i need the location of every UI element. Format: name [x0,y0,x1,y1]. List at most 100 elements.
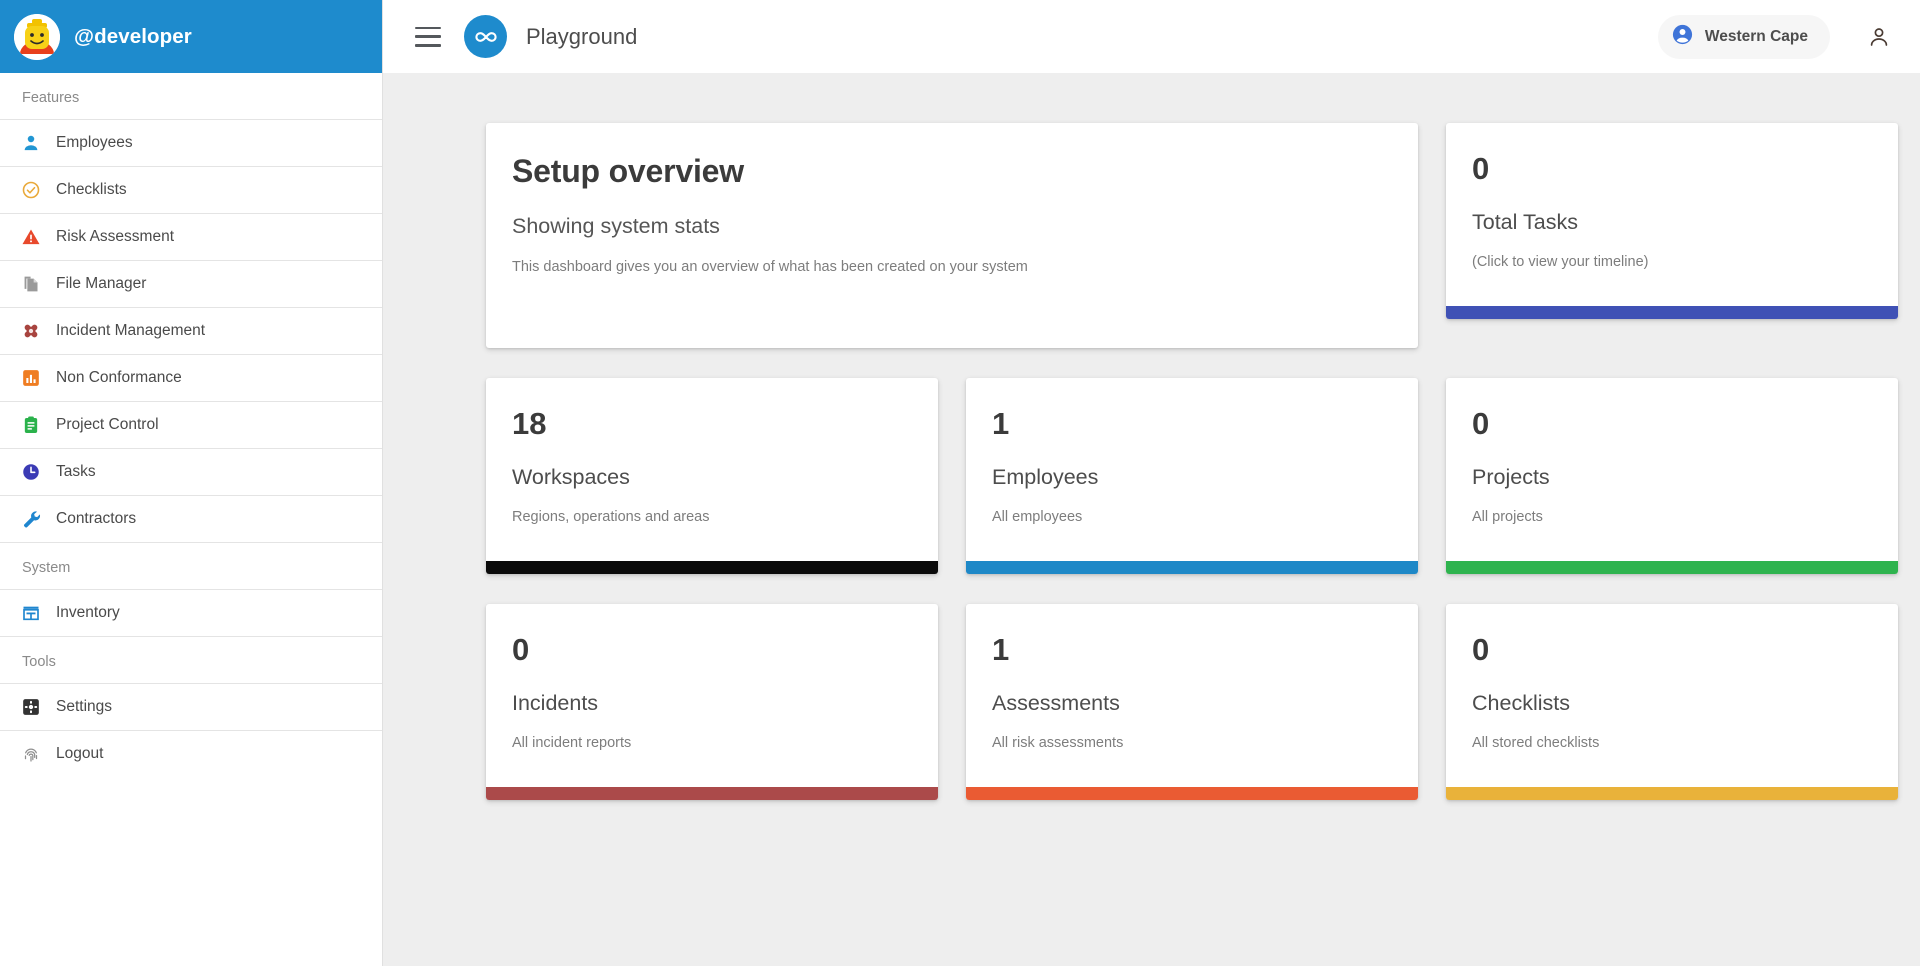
stat-card-body: 0 Incidents All incident reports [486,604,938,787]
stat-description: All projects [1472,509,1543,525]
stat-card-assessments[interactable]: 1 Assessments All risk assessments [966,604,1418,800]
stat-value: 0 [512,632,530,667]
sidebar-item-label: Employees [56,134,133,151]
stat-accent-bar [966,561,1418,574]
sidebar: @developer Features Employees Checklists Ri… [0,0,383,966]
stat-value: 1 [992,632,1010,667]
overview-title: Setup overview [512,153,744,189]
sidebar-item-checklists[interactable]: Checklists [0,166,382,213]
stat-card-checklists[interactable]: 0 Checklists All stored checklists [1446,604,1898,800]
topbar: Playground Western Cape [383,0,1920,73]
sidebar-section-label-system: System [0,542,382,589]
dashboard-content: Setup overview Showing system stats This… [383,73,1920,966]
stat-card-workspaces[interactable]: 18 Workspaces Regions, operations and area… [486,378,938,574]
stat-value: 0 [1472,151,1490,186]
page-title: Playground [526,23,638,49]
setup-overview-card: Setup overview Showing system stats This… [486,123,1418,348]
sidebar-item-tasks[interactable]: Tasks [0,448,382,495]
sidebar-item-incident-management[interactable]: Incident Management [0,307,382,354]
sidebar-nav: Features Employees Checklists Risk Assessme… [0,73,382,777]
sidebar-item-file-manager[interactable]: File Manager [0,260,382,307]
person-outline-icon[interactable] [1866,24,1892,50]
sidebar-item-label: Settings [56,698,113,715]
stat-description: All employees [992,509,1083,525]
stat-card-incidents[interactable]: 0 Incidents All incident reports [486,604,938,800]
stat-label: Total Tasks [1472,210,1578,234]
copy-files-icon [20,274,41,295]
sidebar-item-label: Logout [56,745,104,762]
stat-card-body: 1 Employees All employees [966,378,1418,561]
stat-label: Assessments [992,691,1120,715]
gear-square-icon [20,697,41,718]
hamburger-menu-icon[interactable] [415,26,441,47]
sidebar-item-employees[interactable]: Employees [0,119,382,166]
overview-subtitle: Showing system stats [512,214,720,238]
stat-description: All stored checklists [1472,735,1600,751]
main-area: Playground Western Cape Setup overview S… [383,0,1920,966]
sidebar-item-label: Project Control [56,416,159,433]
sidebar-item-non-conformance[interactable]: Non Conformance [0,354,382,401]
stat-accent-bar [1446,561,1898,574]
person-icon [20,133,41,154]
stat-accent-bar [1446,787,1898,800]
sidebar-item-settings[interactable]: Settings [0,683,382,730]
stat-accent-bar [1446,306,1898,319]
bandage-cross-icon [20,321,41,342]
sidebar-username: @developer [74,24,192,48]
sidebar-item-inventory[interactable]: Inventory [0,589,382,636]
stat-label: Projects [1472,465,1550,489]
stat-card-body: 1 Assessments All risk assessments [966,604,1418,787]
overview-description: This dashboard gives you an overview of … [512,259,1028,275]
stat-label: Employees [992,465,1099,489]
stat-card-body: 0 Projects All projects [1446,378,1898,561]
sidebar-item-logout[interactable]: Logout [0,730,382,777]
stat-accent-bar [486,561,938,574]
stat-card-employees[interactable]: 1 Employees All employees [966,378,1418,574]
clock-icon [20,462,41,483]
stat-accent-bar [486,787,938,800]
stat-card-grid: Setup overview Showing system stats This… [383,123,1920,830]
stat-value: 0 [1472,406,1490,441]
sidebar-item-label: Incident Management [56,322,206,339]
warning-triangle-icon [20,227,41,248]
sidebar-item-label: Risk Assessment [56,228,175,245]
stat-description: All incident reports [512,735,632,751]
account-circle-icon [1671,23,1694,51]
sidebar-header: @developer [0,0,382,73]
stat-card-projects[interactable]: 0 Projects All projects [1446,378,1898,574]
clipboard-icon [20,415,41,436]
sidebar-section-label-features: Features [22,90,80,106]
stat-value: 18 [512,406,547,441]
stat-label: Incidents [512,691,599,715]
check-circle-icon [20,180,41,201]
wrench-icon [20,509,41,530]
stat-accent-bar [966,787,1418,800]
sidebar-item-risk-assessment[interactable]: Risk Assessment [0,213,382,260]
stat-label: Workspaces [512,465,630,489]
region-selector[interactable]: Western Cape [1657,14,1830,59]
region-label: Western Cape [1704,27,1808,45]
storefront-icon [20,603,41,624]
app-root: @developer Features Employees Checklists Ri… [0,0,1920,966]
sidebar-item-contractors[interactable]: Contractors [0,495,382,542]
sidebar-item-label: Tasks [56,463,96,480]
avatar [14,13,60,60]
sidebar-item-label: Inventory [56,604,120,621]
sidebar-item-label: File Manager [56,275,147,292]
stat-card-body: 0 Checklists All stored checklists [1446,604,1898,787]
stat-description: All risk assessments [992,735,1124,751]
sidebar-item-project-control[interactable]: Project Control [0,401,382,448]
sidebar-item-label: Non Conformance [56,369,182,386]
stat-description: Regions, operations and areas [512,509,710,525]
bar-chart-icon [20,368,41,389]
sidebar-item-label: Checklists [56,181,127,198]
stat-card-body: 18 Workspaces Regions, operations and area… [486,378,938,561]
stat-description: (Click to view your timeline) [1472,254,1649,270]
stat-label: Checklists [1472,691,1570,715]
sidebar-section-label-tools: Tools [0,636,382,683]
fingerprint-icon [20,744,41,765]
stat-card-total-tasks[interactable]: 0 Total Tasks (Click to view your timeli… [1446,123,1898,319]
sidebar-item-label: Contractors [56,510,137,527]
stat-value: 1 [992,406,1010,441]
stat-value: 0 [1472,632,1490,667]
